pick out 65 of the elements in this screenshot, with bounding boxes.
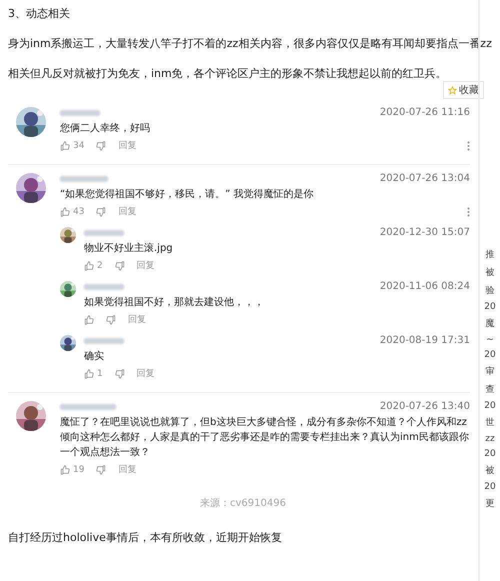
sidebar-text: 20 [484, 401, 496, 411]
sidebar-text: 20 [484, 302, 496, 312]
blurred-username [60, 176, 108, 182]
thumbs-up-icon [84, 314, 94, 324]
like-button[interactable]: 19 [60, 464, 84, 474]
thumbs-down-icon[interactable] [96, 140, 106, 150]
sidebar-text: ~ [486, 335, 494, 345]
comment-date: 2020-07-26 11:16 [380, 107, 470, 118]
sidebar-text: 魔 [486, 318, 494, 330]
sidebar-text: 推 [486, 248, 494, 261]
thumbs-down-icon[interactable] [96, 464, 106, 474]
sidebar-text: 验 [486, 285, 494, 297]
paragraph: 自打经历过hololive事情后，本有所收敛，近期开始恢复 [8, 530, 283, 545]
section-heading: 3、动态相关 [8, 6, 71, 21]
reply-text: 确实 [84, 350, 105, 364]
reply-button[interactable]: 回复 [118, 139, 136, 152]
like-button[interactable]: 1 [84, 368, 103, 378]
sidebar-text: zz [485, 434, 495, 444]
reply-date: 2020-11-06 08:24 [380, 281, 470, 292]
thumbs-up-icon [60, 140, 70, 150]
comment-text: 魔怔了？在吧里说说也就算了，但b这块巨大多键合怪，成分有多杂你不知道？个人作风和zz倾向这种怎么都好，人家是真的干了恶劣事还是咋的需要专栏挂出来？真认为inm民都该跟你一个观点想法一致？ [60, 416, 470, 460]
reply-text: 如果觉得祖国不好，那就去建设他，，， [84, 296, 265, 310]
sidebar-text: 20 [484, 482, 496, 492]
reply-date: 2020-12-30 15:07 [380, 227, 470, 238]
sidebar-text: 被 [486, 464, 494, 477]
star-icon [448, 86, 457, 94]
more-icon[interactable] [467, 140, 470, 150]
blurred-username [84, 284, 124, 290]
comment-text: 您俩二人幸终，好吗 [60, 122, 151, 136]
sidebar-text: 20 [484, 449, 496, 459]
sidebar-text: 世 [486, 416, 494, 429]
thumbs-up-icon [60, 206, 70, 216]
blurred-username [60, 404, 116, 410]
reply-button[interactable]: 回复 [118, 463, 136, 476]
reply-date: 2020-08-19 17:31 [380, 335, 470, 346]
reply-button[interactable]: 回复 [128, 313, 146, 326]
thumbs-up-icon [84, 368, 94, 378]
reply-text: 物业不好业主滚.jpg [84, 242, 174, 256]
thumbs-down-icon[interactable] [96, 206, 106, 216]
reply-button[interactable]: 回复 [118, 205, 136, 218]
comment-date: 2020-07-26 13:04 [380, 173, 470, 184]
comment-text: “如果您觉得祖国不够好，移民，请。” 我觉得魔怔的是你 [60, 188, 315, 202]
thumbs-up-icon [60, 464, 70, 474]
like-button[interactable] [84, 314, 94, 324]
reply-button[interactable]: 回复 [136, 259, 155, 272]
sidebar-text: 20 [484, 350, 496, 360]
blurred-username [84, 338, 124, 344]
more-icon[interactable] [467, 206, 470, 216]
like-button[interactable]: 2 [84, 260, 103, 270]
sidebar-text: 被 [486, 266, 494, 279]
reply-button[interactable]: 回复 [136, 367, 155, 380]
thumbs-down-icon[interactable] [114, 368, 125, 378]
blurred-username [60, 110, 100, 116]
like-button[interactable]: 43 [60, 206, 84, 216]
comment-date: 2020-07-26 13:40 [380, 401, 470, 412]
thumbs-down-icon[interactable] [106, 314, 116, 324]
sidebar-text: 查 [486, 384, 494, 396]
blurred-username [84, 230, 124, 236]
like-button[interactable]: 34 [60, 140, 84, 150]
thumbs-down-icon[interactable] [114, 260, 125, 270]
sidebar-text: 更 [486, 498, 494, 510]
sidebar-text: 审 [486, 366, 494, 378]
source-note: 来源：cv6910496 [199, 496, 287, 510]
thumbs-up-icon [84, 260, 94, 270]
bookmark-button[interactable]: 收藏 [443, 81, 484, 99]
